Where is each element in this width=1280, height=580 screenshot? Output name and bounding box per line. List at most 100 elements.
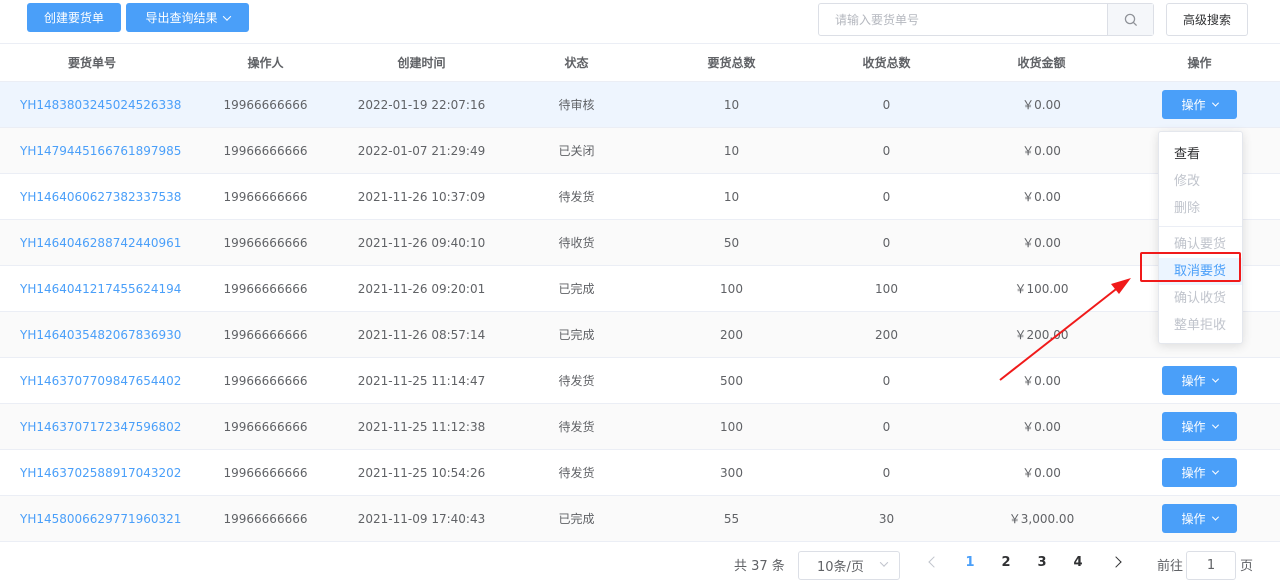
request-total-cell: 300 [720,465,743,480]
page-2[interactable]: 2 [996,555,1016,570]
table-row: YH1458006629771960321 19966666666 2021-1… [0,496,1280,542]
status-cell: 待发货 [558,420,595,434]
col-operator: 操作人 [247,56,284,70]
advanced-search-button[interactable]: 高级搜索 [1166,3,1248,36]
table-row: YH1463702588917043202 19966666666 2021-1… [0,450,1280,496]
goto-page-input[interactable] [1186,551,1236,580]
chevron-down-icon [1211,375,1219,383]
order-link[interactable]: YH1483803245024526338 [0,82,187,127]
order-link[interactable]: YH1463702588917043202 [0,450,187,495]
col-request-total: 要货总数 [707,56,756,70]
received-total-cell: 0 [882,97,891,112]
pagination: 共 37 条 10条/页 1 2 3 4 前往 页 [0,544,1280,580]
menu-divider [1159,226,1242,227]
table-row: YH1464035482067836930 19966666666 2021-1… [0,312,1280,358]
annotation-highlight-box [1140,252,1241,282]
op-label: 操作 [1181,98,1206,112]
row-actions-button[interactable]: 操作 [1162,90,1237,119]
request-total-cell: 100 [720,419,743,434]
status-cell: 待发货 [558,466,595,480]
operator-cell: 19966666666 [223,235,308,250]
order-link[interactable]: YH1464041217455624194 [0,266,187,311]
chevron-down-icon [879,558,889,567]
table-row: YH1464060627382337538 19966666666 2021-1… [0,174,1280,220]
table-row: YH1479445166761897985 19966666666 2022-0… [0,128,1280,174]
search-input[interactable] [819,4,1107,35]
chevron-down-icon [1211,467,1219,475]
status-cell: 已完成 [558,328,595,342]
received-total-cell: 0 [882,419,891,434]
time-cell: 2021-11-26 08:57:14 [357,327,486,342]
request-total-cell: 55 [723,511,740,526]
order-link[interactable]: YH1479445166761897985 [0,128,187,173]
menu-item-delete: 删除 [1174,201,1201,216]
order-table: 要货单号 操作人 创建时间 状态 要货总数 收货总数 收货金额 操作 YH148… [0,43,1280,542]
order-link[interactable]: YH1463707709847654402 [0,358,187,403]
operator-cell: 19966666666 [223,143,308,158]
chevron-down-icon [222,11,231,21]
operator-cell: 19966666666 [223,511,308,526]
row-actions-button[interactable]: 操作 [1162,458,1237,487]
page-1[interactable]: 1 [960,555,980,570]
col-order-no: 要货单号 [68,56,117,70]
row-actions-button[interactable]: 操作 [1162,366,1237,395]
row-actions-button[interactable]: 操作 [1162,412,1237,441]
row-actions-button[interactable]: 操作 [1162,504,1237,533]
export-results-button[interactable]: 导出查询结果 [126,3,249,32]
order-link[interactable]: YH1463707172347596802 [0,404,187,449]
search-icon [1124,13,1137,26]
table-row: YH1464041217455624194 19966666666 2021-1… [0,266,1280,312]
time-cell: 2021-11-25 11:12:38 [357,419,486,434]
page-4[interactable]: 4 [1068,555,1088,570]
request-total-cell: 10 [723,97,740,112]
received-total-cell: 0 [882,143,891,158]
request-total-cell: 200 [720,327,743,342]
amount-cell: ￥0.00 [1022,98,1061,112]
table-row: YH1464046288742440961 19966666666 2021-1… [0,220,1280,266]
amount-cell: ￥0.00 [1022,144,1061,158]
chevron-down-icon [1211,513,1219,521]
goto-unit: 页 [1240,559,1254,574]
chevron-down-icon [1211,421,1219,429]
col-received-amount: 收货金额 [1017,56,1066,70]
time-cell: 2021-11-25 10:54:26 [357,465,486,480]
operator-cell: 19966666666 [223,373,308,388]
amount-cell: ￥0.00 [1022,190,1061,204]
prev-page-icon[interactable] [928,556,940,568]
amount-cell: ￥100.00 [1014,282,1069,296]
col-received-total: 收货总数 [862,56,911,70]
time-cell: 2022-01-19 22:07:16 [357,97,486,112]
menu-item-edit: 修改 [1174,174,1201,189]
col-created-time: 创建时间 [397,56,446,70]
status-cell: 已完成 [558,512,595,526]
amount-cell: ￥0.00 [1022,420,1061,434]
amount-cell: ￥0.00 [1022,374,1061,388]
actions-cell: 操作 [1119,404,1280,449]
operator-cell: 19966666666 [223,419,308,434]
received-total-cell: 0 [882,189,891,204]
op-label: 操作 [1181,466,1206,480]
order-link[interactable]: YH1464060627382337538 [0,174,187,219]
menu-item-view[interactable]: 查看 [1159,141,1242,168]
order-link[interactable]: YH1458006629771960321 [0,496,187,541]
time-cell: 2021-11-25 11:14:47 [357,373,486,388]
op-label: 操作 [1181,512,1206,526]
page-3[interactable]: 3 [1032,555,1052,570]
amount-cell: ￥200.00 [1014,328,1069,342]
time-cell: 2021-11-09 17:40:43 [357,511,486,526]
status-cell: 待发货 [558,374,595,388]
received-total-cell: 200 [875,327,898,342]
search-button[interactable] [1107,4,1153,35]
page-size-select[interactable]: 10条/页 [798,551,900,580]
next-page-icon[interactable] [1110,556,1122,568]
actions-cell: 操作 [1119,358,1280,403]
create-order-button[interactable]: 创建要货单 [27,3,121,32]
received-total-cell: 100 [875,281,898,296]
order-link[interactable]: YH1464046288742440961 [0,220,187,265]
menu-item-confirm-receipt: 确认收货 [1174,291,1227,306]
search-box [818,3,1154,36]
time-cell: 2022-01-07 21:29:49 [357,143,486,158]
op-label: 操作 [1181,374,1206,388]
order-link[interactable]: YH1464035482067836930 [0,312,187,357]
operator-cell: 19966666666 [223,327,308,342]
